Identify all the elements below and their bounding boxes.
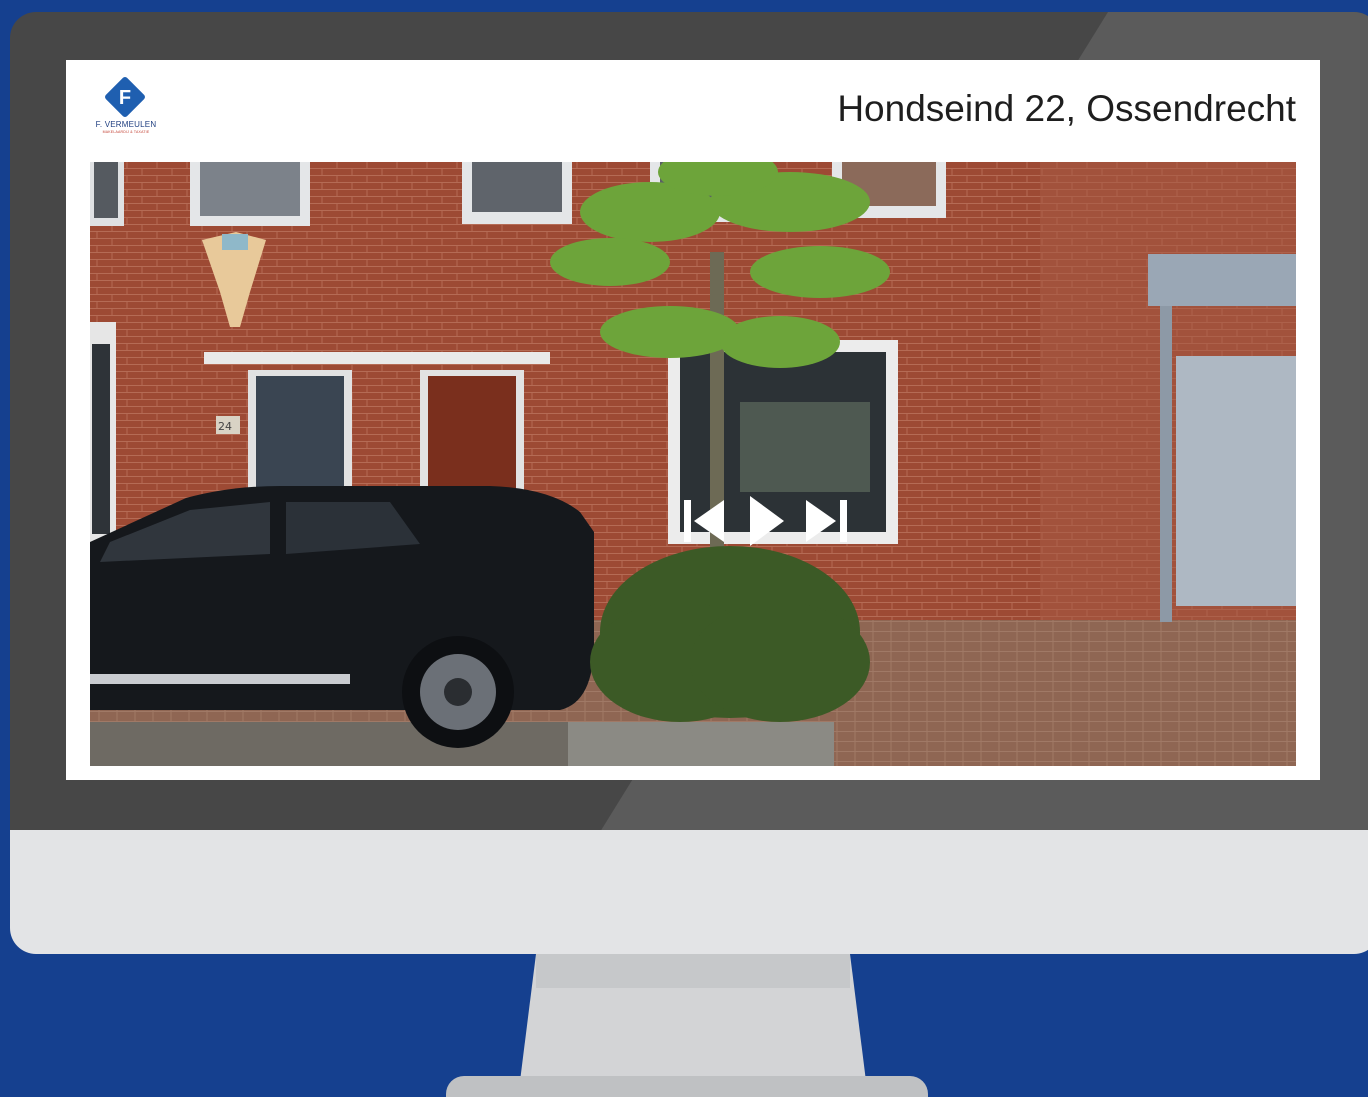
slideshow-controls	[682, 494, 852, 548]
play-icon[interactable]	[748, 494, 786, 548]
monitor-stand-shadow	[536, 954, 850, 988]
house-photo-illustration: 24	[90, 162, 1296, 766]
house-number-plate: 24	[218, 420, 232, 433]
previous-icon[interactable]	[682, 494, 728, 548]
screen: F F. VERMEULEN MAKELAARDIJ & TAXATIE Hon…	[66, 60, 1320, 780]
listing-title: Hondseind 22, Ossendrecht	[837, 88, 1296, 129]
logo-name: F. VERMEULEN	[95, 120, 157, 129]
brand-logo[interactable]: F F. VERMEULEN MAKELAARDIJ & TAXATIE	[86, 75, 166, 150]
next-icon[interactable]	[804, 494, 852, 548]
monitor-chin	[10, 830, 1368, 954]
property-photo: 24	[90, 162, 1296, 766]
logo-letter: F	[118, 87, 132, 109]
logo-tagline: MAKELAARDIJ & TAXATIE	[102, 130, 150, 134]
monitor-stand-base	[446, 1076, 928, 1097]
